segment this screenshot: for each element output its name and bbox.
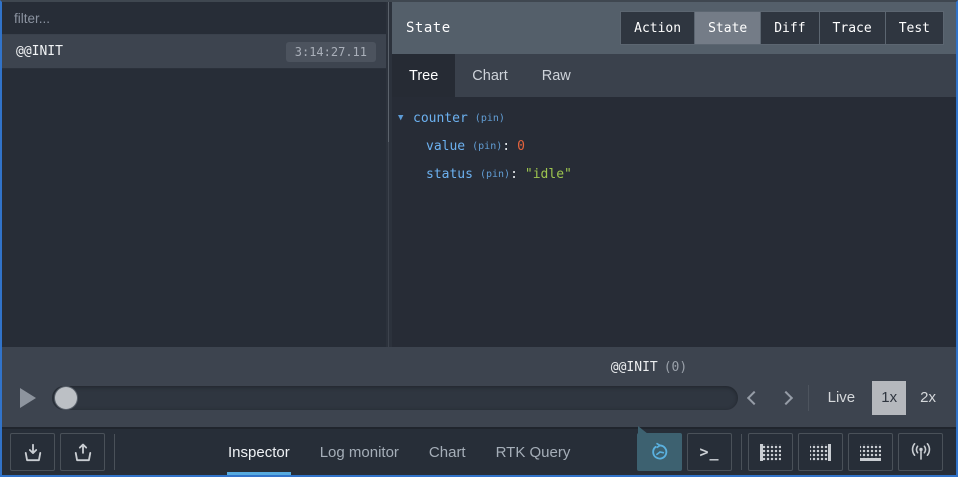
tab-action[interactable]: Action [620,11,695,45]
playback-bar: @@INIT (0) Live 1x 2x [2,347,956,427]
toolbar-divider [114,434,115,470]
dots-grid [760,444,781,461]
dock-bottom-button[interactable] [848,433,893,471]
terminal-icon: >_ [699,443,719,461]
tab-inspector[interactable]: Inspector [227,429,291,475]
tree-node-value[interactable]: value (pin) : 0 [426,132,956,160]
state-header: State Action State Diff Trace Test [392,2,956,54]
tree-key: counter [413,111,468,126]
tab-log-monitor[interactable]: Log monitor [319,429,400,475]
tab-test[interactable]: Test [885,11,944,45]
play-button[interactable] [20,388,36,408]
colon: : [502,139,510,154]
dock-left-button[interactable] [748,433,793,471]
broadcast-icon [908,442,934,462]
filter-bar [2,2,386,35]
playback-controls: Live 1x 2x [2,381,956,415]
pin-label[interactable]: (pin) [472,141,502,152]
step-back-button[interactable] [738,383,770,413]
pin-label[interactable]: (pin) [480,169,510,180]
import-button[interactable] [10,433,55,471]
redux-devtools-window: @@INIT 3:14:27.11 State Action State Dif… [0,0,958,477]
subtab-raw[interactable]: Raw [525,54,588,97]
dots-grid [810,444,831,461]
view-subtabs: Tree Chart Raw [392,54,956,97]
seek-slider[interactable] [52,386,738,410]
monitor-selector-tabs: Inspector Log monitor Chart RTK Query [213,429,585,475]
dock-left-icon [760,444,781,461]
action-timestamp-badge: 3:14:27.11 [286,42,376,62]
chevron-left-icon [747,390,761,404]
subtab-chart[interactable]: Chart [455,54,524,97]
action-row-init[interactable]: @@INIT 3:14:27.11 [2,35,386,69]
colon: : [510,167,518,182]
export-button[interactable] [60,433,105,471]
panel-resize-handle[interactable] [386,2,392,347]
dispatcher-button[interactable]: >_ [687,433,732,471]
bottom-toolbar: Inspector Log monitor Chart RTK Query >_ [2,427,956,475]
panel-title: State [406,20,451,36]
upload-icon [72,442,94,462]
step-forward-button[interactable] [770,383,802,413]
chevron-right-icon [779,390,793,404]
stopwatch-icon [649,441,671,463]
pause-recording-button[interactable] [637,433,682,471]
toolbar-right: >_ [637,429,948,475]
tab-trace[interactable]: Trace [819,11,886,45]
download-icon [22,442,44,462]
state-panel: State Action State Diff Trace Test Tree … [392,2,956,347]
tree-key: status [426,167,473,182]
remote-button[interactable] [898,433,943,471]
action-name: @@INIT [16,44,63,59]
expander-icon[interactable]: ▼ [398,113,407,123]
speed-1x-button[interactable]: 1x [872,381,906,415]
tree-value-number: 0 [517,139,525,154]
tab-rtk-query[interactable]: RTK Query [495,429,572,475]
current-action-label: @@INIT (0) [172,360,958,375]
state-tree: ▼ counter (pin) value (pin) : 0 status (… [392,97,956,347]
speed-2x-button[interactable]: 2x [920,389,936,406]
action-list-panel: @@INIT 3:14:27.11 [2,2,386,347]
subtab-tree[interactable]: Tree [392,54,455,97]
toolbar-divider [741,434,742,470]
tree-key: value [426,139,465,154]
tab-chart[interactable]: Chart [428,429,467,475]
tree-node-counter[interactable]: ▼ counter (pin) [398,104,956,132]
tree-node-status[interactable]: status (pin) : "idle" [426,160,956,188]
playback-divider [808,385,809,411]
tab-state[interactable]: State [694,11,761,45]
tree-children: value (pin) : 0 status (pin) : "idle" [426,132,956,188]
filter-input[interactable] [14,11,374,26]
tab-diff[interactable]: Diff [760,11,819,45]
toolbar-left [10,429,121,475]
tree-value-string: "idle" [525,167,572,182]
live-button[interactable]: Live [828,389,856,406]
dots-grid [860,444,881,461]
main-area: @@INIT 3:14:27.11 State Action State Dif… [2,2,956,347]
dock-right-icon [810,444,831,461]
dock-bottom-icon [860,444,881,461]
action-list: @@INIT 3:14:27.11 [2,35,386,347]
monitor-tab-group: Action State Diff Trace Test [620,11,944,45]
slider-thumb[interactable] [55,387,77,409]
current-action-index: (0) [664,360,687,375]
dock-right-button[interactable] [798,433,843,471]
pin-label[interactable]: (pin) [475,113,505,124]
current-action-name: @@INIT [611,360,658,375]
